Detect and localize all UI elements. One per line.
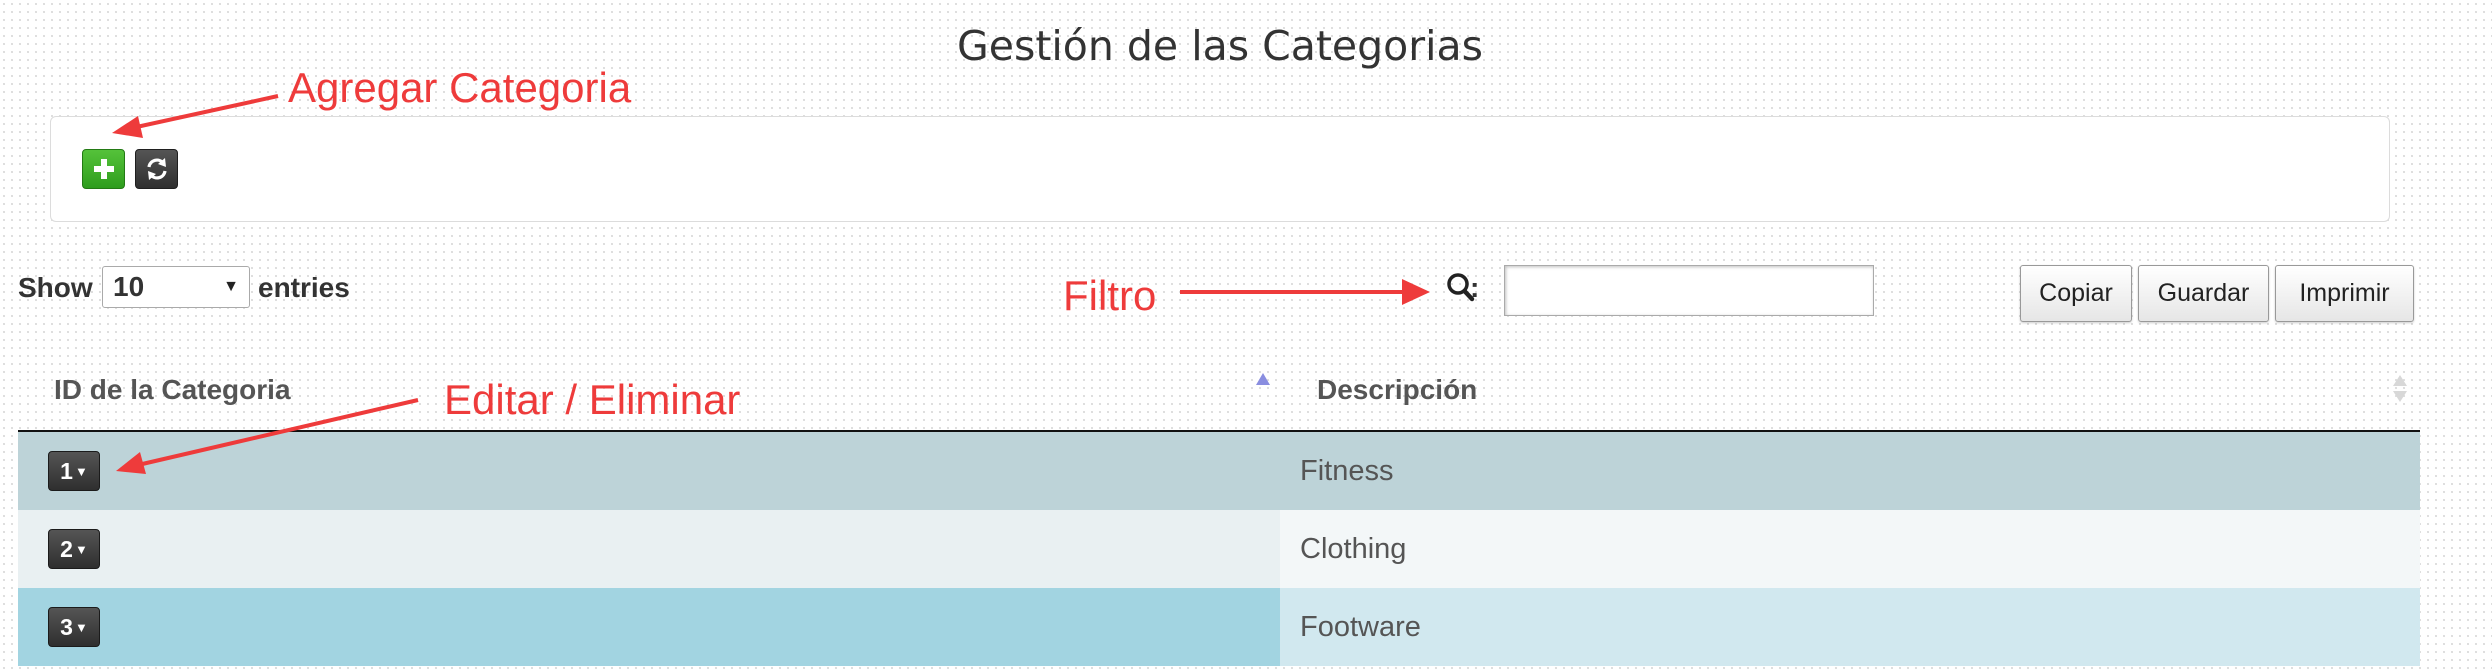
arrow-line <box>137 398 419 467</box>
arrow-head <box>112 116 143 138</box>
page: Gestión de las Categorias Show 10 ▼ entr… <box>0 0 2492 670</box>
annotation-arrows <box>112 94 1430 474</box>
arrow-head <box>116 452 146 474</box>
arrow-line <box>131 94 279 130</box>
arrow-head <box>1402 279 1430 305</box>
